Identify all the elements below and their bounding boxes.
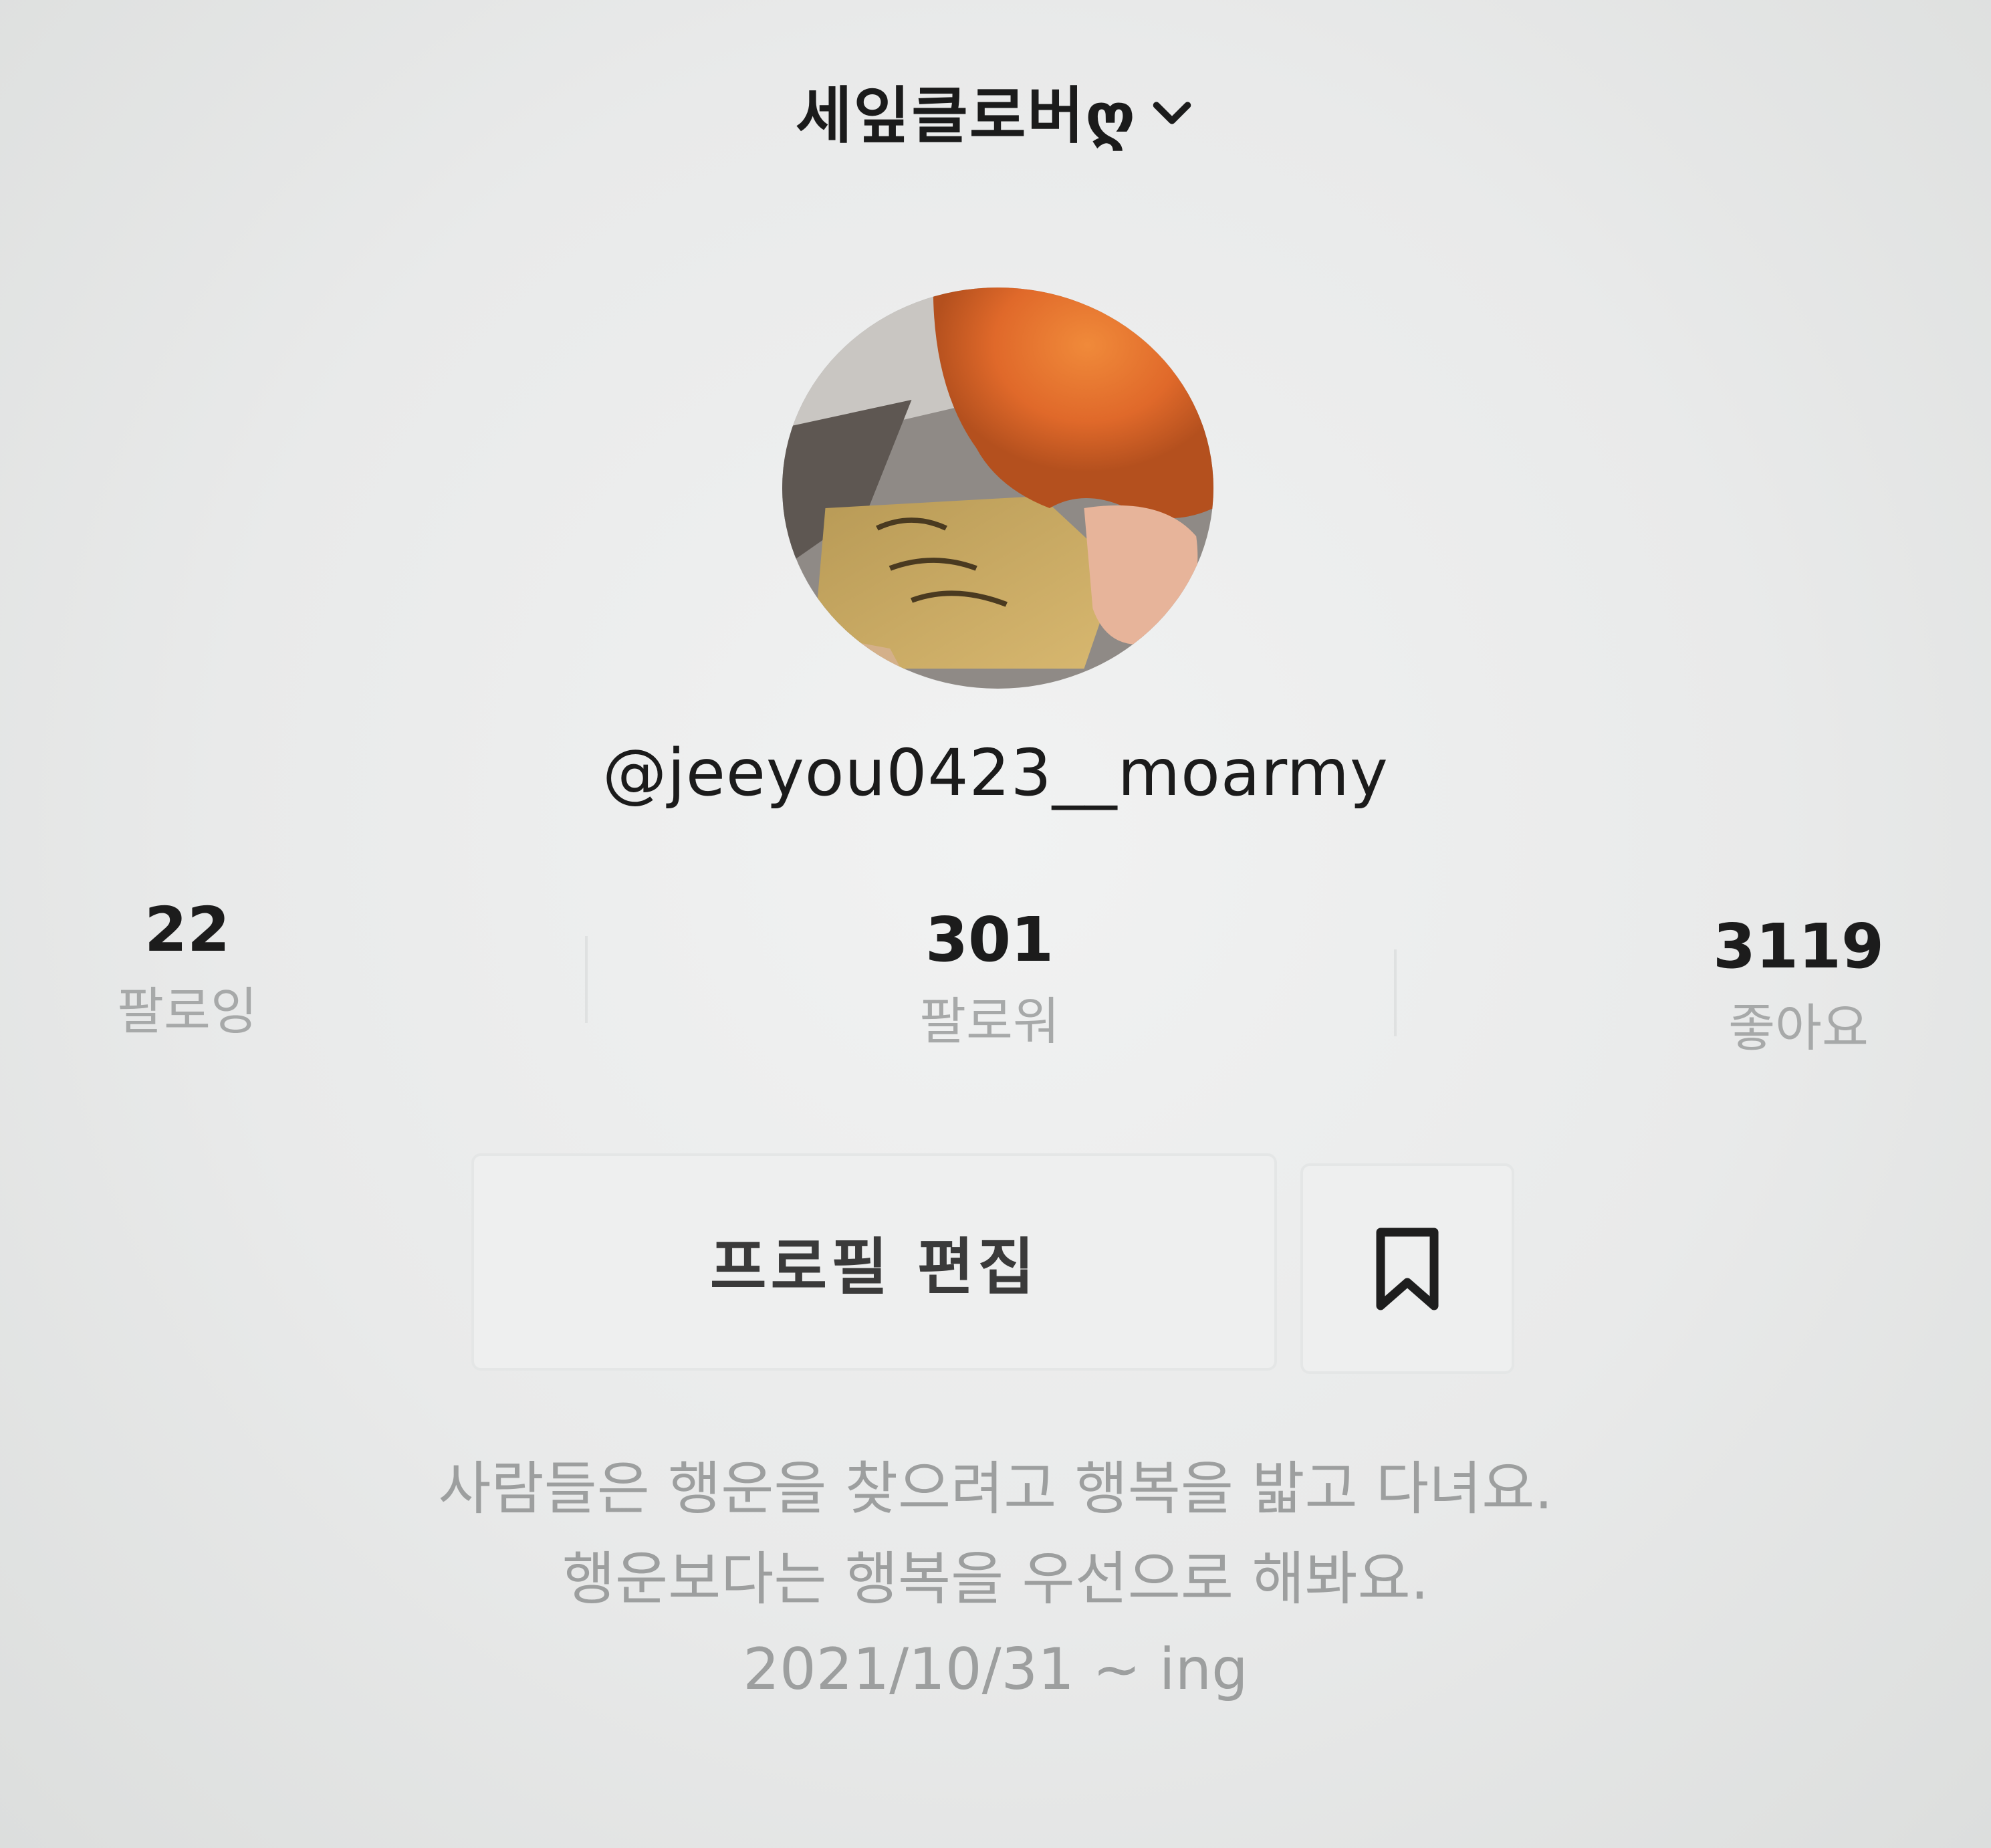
profile-photo: [782, 287, 1213, 689]
followers-label: 팔로워: [919, 992, 1060, 1052]
likes-stat[interactable]: 3119 좋아요: [1611, 913, 1986, 1056]
stat-divider: [1394, 949, 1397, 1036]
edit-profile-label: 프로필 편집: [709, 1232, 1039, 1303]
followers-stat[interactable]: 301 팔로워: [802, 906, 1177, 1050]
following-stat[interactable]: 22 팔로잉: [0, 896, 374, 1040]
favorites-button[interactable]: [1300, 1163, 1514, 1374]
bio-line-1: 사람들은 행운을 찾으려고 행복을 밟고 다녀요.: [438, 1456, 1553, 1522]
following-label: 팔로잉: [117, 981, 257, 1042]
followers-count: 301: [925, 904, 1054, 975]
edit-profile-button[interactable]: 프로필 편집: [471, 1153, 1277, 1371]
chevron-down-icon[interactable]: [1149, 90, 1195, 136]
username-handle: @jeeyou0423__moarmy: [602, 735, 1389, 810]
following-count: 22: [144, 894, 231, 965]
bio-line-2: 행운보다는 행복을 우선으로 해봐요.: [562, 1546, 1429, 1613]
bio: 사람들은 행운을 찾으려고 행복을 밟고 다녀요. 행운보다는 행복을 우선으로…: [0, 1444, 1991, 1715]
bio-line-3: 2021/10/31 ~ ing: [743, 1636, 1248, 1703]
stat-divider: [585, 936, 588, 1023]
likes-count: 3119: [1712, 911, 1885, 982]
avatar[interactable]: [782, 287, 1213, 689]
bookmark-icon: [1376, 1228, 1439, 1310]
account-switcher[interactable]: 세잎클로버ღ: [0, 64, 1991, 157]
account-name[interactable]: 세잎클로버ღ: [796, 66, 1137, 155]
likes-label: 좋아요: [1728, 998, 1869, 1058]
